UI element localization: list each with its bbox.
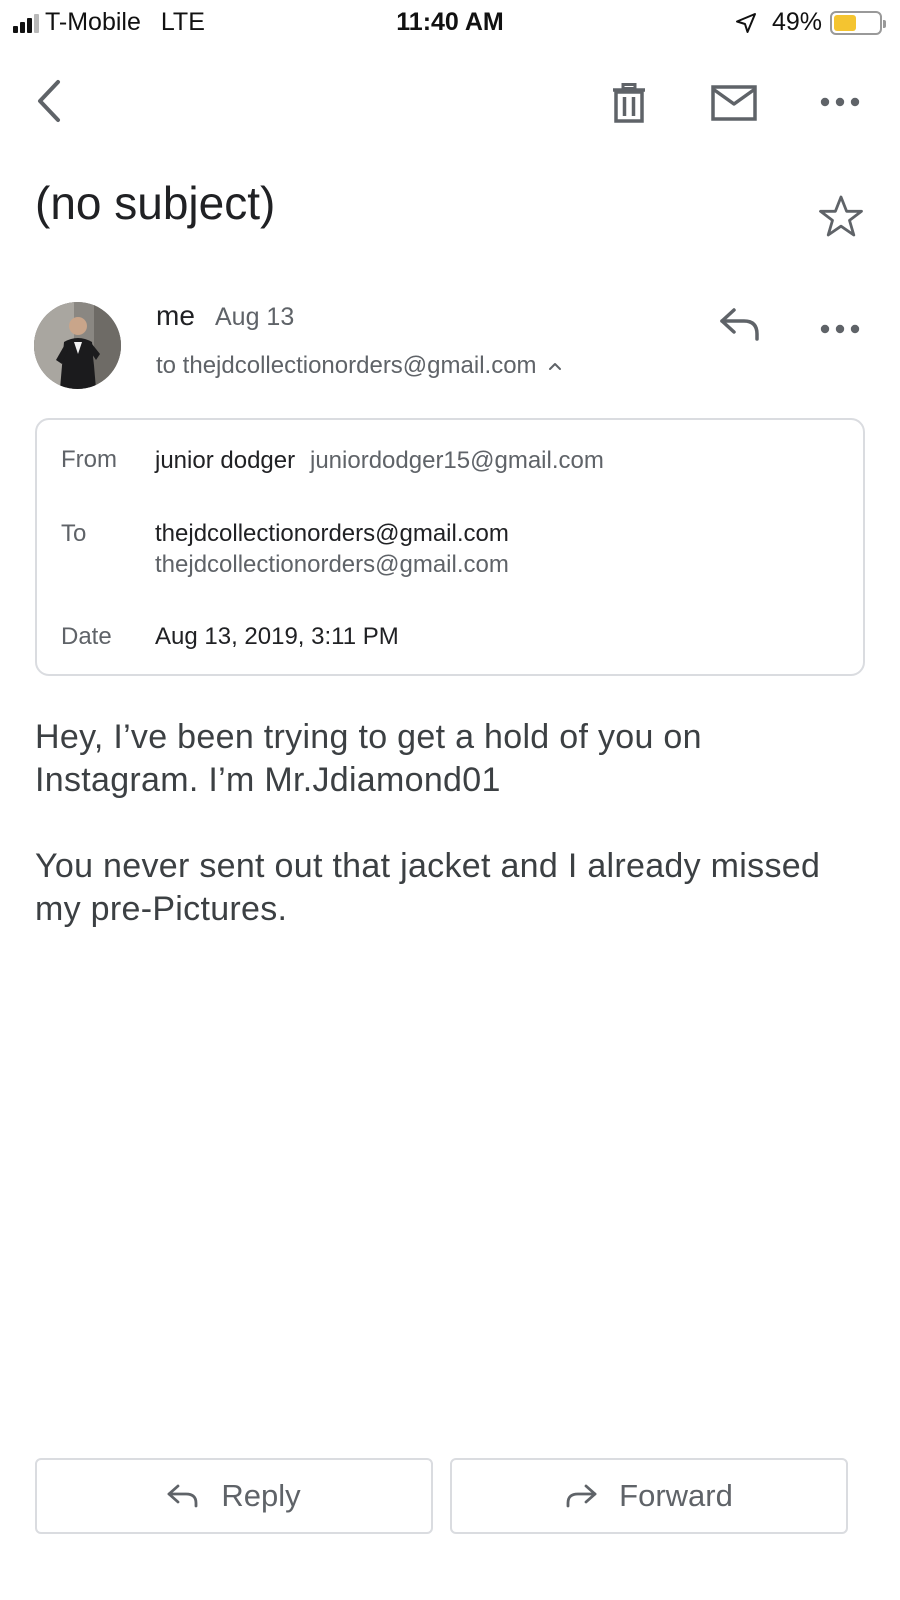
forward-icon <box>566 1484 597 1508</box>
message-details-card: From junior dodger juniordodger15@gmail.… <box>35 418 865 676</box>
email-body: Hey, I’ve been trying to get a hold of y… <box>35 716 875 974</box>
reply-button[interactable]: Reply <box>35 1458 433 1534</box>
from-name: junior dodger <box>155 447 296 474</box>
email-subject: (no subject) <box>35 177 276 229</box>
body-paragraph: You never sent out that jacket and I alr… <box>35 847 821 928</box>
reply-icon <box>720 308 759 341</box>
delete-button[interactable] <box>604 78 654 128</box>
to-label: To <box>61 520 87 547</box>
star-icon <box>819 195 863 237</box>
toolbar <box>0 70 900 134</box>
forward-label: Forward <box>619 1478 733 1513</box>
star-button[interactable] <box>818 194 864 240</box>
more-icon <box>820 324 860 334</box>
mark-unread-button[interactable] <box>705 78 763 128</box>
date-label: Date <box>61 623 112 650</box>
back-button[interactable] <box>24 76 74 126</box>
status-bar: T-Mobile LTE 11:40 AM 49% <box>0 0 900 46</box>
battery-icon <box>830 10 886 35</box>
reply-label: Reply <box>221 1478 301 1513</box>
status-right: 49% <box>734 8 886 37</box>
more-options-button[interactable] <box>815 82 865 122</box>
trash-icon <box>613 83 645 123</box>
from-label: From <box>61 446 117 473</box>
forward-button[interactable]: Forward <box>450 1458 848 1534</box>
body-paragraph: Hey, I’ve been trying to get a hold of y… <box>35 718 702 799</box>
to-email[interactable]: thejdcollectionorders@gmail.com <box>155 551 509 579</box>
battery-percent: 49% <box>771 8 822 36</box>
sender-name: me <box>156 300 195 331</box>
avatar[interactable] <box>34 302 121 389</box>
from-email[interactable]: juniordodger15@gmail.com <box>310 447 604 475</box>
recipients-toggle[interactable]: to thejdcollectionorders@gmail.com <box>156 352 563 380</box>
more-icon <box>820 97 860 107</box>
location-arrow-icon <box>735 12 756 33</box>
recipients-line: to thejdcollectionorders@gmail.com <box>156 352 537 379</box>
sender-date: Aug 13 <box>215 303 295 331</box>
reply-icon <box>167 1484 198 1508</box>
date-value: Aug 13, 2019, 3:11 PM <box>155 623 399 650</box>
reply-icon-button[interactable] <box>718 306 768 350</box>
message-more-button[interactable] <box>815 310 865 350</box>
chevron-up-icon <box>548 363 561 370</box>
back-icon <box>38 80 60 122</box>
mail-icon <box>711 85 757 121</box>
avatar-photo <box>34 302 121 389</box>
to-name[interactable]: thejdcollectionorders@gmail.com <box>155 520 509 548</box>
